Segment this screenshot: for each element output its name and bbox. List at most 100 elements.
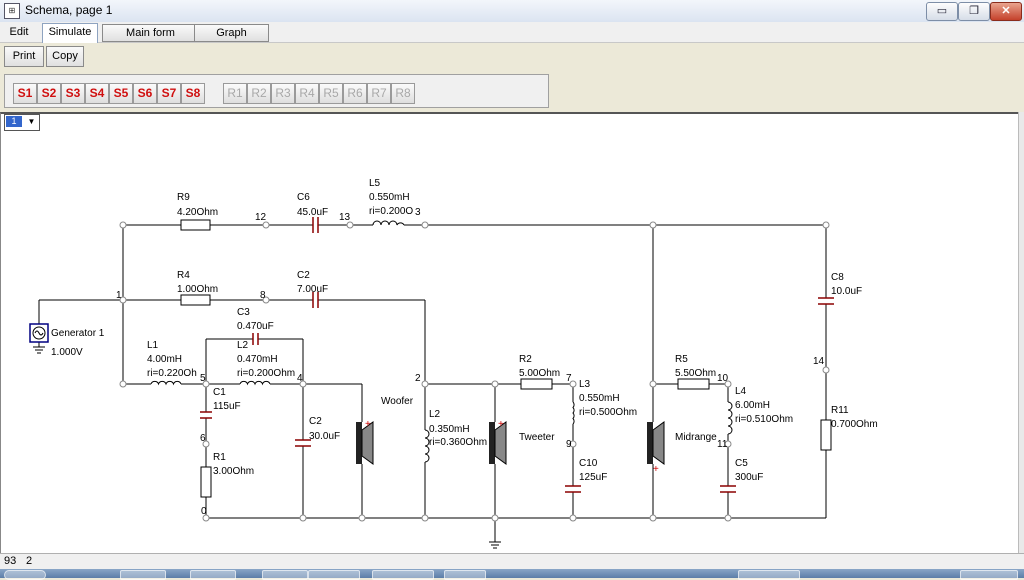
source-button-s8[interactable]: S8: [181, 83, 205, 104]
svg-text:+: +: [365, 419, 371, 430]
copy-button[interactable]: Copy: [46, 46, 84, 67]
l2-top-ri: ri=0.200Ohm: [237, 368, 295, 379]
c10-label: C10: [579, 458, 598, 469]
response-button-r6[interactable]: R6: [343, 83, 367, 104]
r1-label: R1: [213, 452, 226, 463]
taskbar-item[interactable]: [738, 570, 800, 580]
c8-value: 10.0uF: [831, 286, 862, 297]
r11-label: R11: [831, 405, 849, 416]
start-button[interactable]: [4, 570, 46, 580]
response-button-r7[interactable]: R7: [367, 83, 391, 104]
taskbar-item[interactable]: [262, 570, 308, 580]
svg-text:7: 7: [566, 373, 572, 384]
print-button[interactable]: Print: [4, 46, 44, 67]
taskbar-item[interactable]: [308, 570, 360, 580]
response-button-r4[interactable]: R4: [295, 83, 319, 104]
svg-text:6: 6: [200, 433, 206, 444]
r2-label: R2: [519, 354, 532, 365]
source-button-s5[interactable]: S5: [109, 83, 133, 104]
r5-label: R5: [675, 354, 688, 365]
l5-value: 0.550mH: [369, 192, 410, 203]
c5-value: 300uF: [735, 472, 763, 483]
l4-label: L4: [735, 386, 747, 397]
r5-value: 5.50Ohm: [675, 368, 716, 379]
vertical-scrollbar[interactable]: [1018, 112, 1024, 554]
midrange-label: Midrange: [675, 432, 717, 443]
c2-top-label: C2: [297, 270, 310, 281]
capacitors[interactable]: [200, 217, 834, 493]
c10-value: 125uF: [579, 472, 607, 483]
source-response-panel: S1 S2 S3 S4 S5 S6 S7 S8 R1 R2 R3 R4 R5 R…: [4, 74, 549, 108]
status-bar: 93 2: [0, 553, 1024, 569]
schematic-diagram: + + + R9 4.20Ohm C6 45.0uF L5 0.550mH ri…: [29, 178, 878, 549]
svg-text:3: 3: [415, 207, 421, 218]
svg-text:12: 12: [255, 212, 267, 223]
response-button-r5[interactable]: R5: [319, 83, 343, 104]
schematic-canvas[interactable]: + + + R9 4.20Ohm C6 45.0uF L5 0.550mH ri…: [0, 112, 1019, 554]
page-select-value: 1: [6, 116, 22, 127]
svg-text:1: 1: [116, 290, 122, 301]
generator-value: 1.000V: [51, 347, 83, 358]
page-select[interactable]: 1 ▼: [4, 114, 40, 131]
l1-label: L1: [147, 340, 159, 351]
r2-value: 5.00Ohm: [519, 368, 560, 379]
c2-value: 30.0uF: [309, 431, 340, 442]
generator-symbol[interactable]: [29, 323, 49, 343]
c8-label: C8: [831, 272, 844, 283]
status-right: 2: [26, 555, 33, 567]
svg-text:5: 5: [200, 373, 206, 384]
response-button-r8[interactable]: R8: [391, 83, 415, 104]
response-button-r2[interactable]: R2: [247, 83, 271, 104]
c1-label: C1: [213, 387, 226, 398]
svg-text:13: 13: [339, 212, 351, 223]
l1-value: 4.00mH: [147, 354, 182, 365]
r4-label: R4: [177, 270, 190, 281]
c6-value: 45.0uF: [297, 207, 328, 218]
taskbar: [0, 569, 1024, 580]
response-button-r3[interactable]: R3: [271, 83, 295, 104]
svg-text:+: +: [498, 419, 504, 430]
l3-ri: ri=0.500Ohm: [579, 407, 637, 418]
r9-label: R9: [177, 192, 190, 203]
status-left: 93: [4, 555, 17, 567]
l3-value: 0.550mH: [579, 393, 620, 404]
source-button-s2[interactable]: S2: [37, 83, 61, 104]
tweeter-label: Tweeter: [519, 432, 555, 443]
response-button-r1[interactable]: R1: [223, 83, 247, 104]
chevron-down-icon[interactable]: ▼: [25, 116, 38, 127]
graph-button[interactable]: Graph: [194, 24, 269, 42]
component-labels: R9 4.20Ohm C6 45.0uF L5 0.550mH ri=0.200…: [51, 178, 878, 483]
l4-value: 6.00mH: [735, 400, 770, 411]
taskbar-item[interactable]: [444, 570, 486, 580]
l5-label: L5: [369, 178, 381, 189]
window-title: Schema, page 1: [25, 3, 113, 17]
toolbar: Print Copy: [0, 44, 1024, 68]
source-button-s4[interactable]: S4: [85, 83, 109, 104]
source-button-s7[interactable]: S7: [157, 83, 181, 104]
c3-label: C3: [237, 307, 250, 318]
tab-simulate[interactable]: Simulate: [42, 23, 98, 43]
l2-value: 0.350mH: [429, 424, 470, 435]
title-bar: ⊞ Schema, page 1 ▭ ❐ ✕: [0, 0, 1024, 23]
svg-text:4: 4: [297, 373, 303, 384]
source-button-s1[interactable]: S1: [13, 83, 37, 104]
menu-edit[interactable]: Edit: [4, 24, 34, 40]
polarity-markers: + + +: [365, 419, 659, 475]
svg-text:0: 0: [201, 506, 207, 517]
main-form-button[interactable]: Main form: [102, 24, 199, 42]
taskbar-item[interactable]: [372, 570, 434, 580]
restore-button[interactable]: ❐: [958, 2, 990, 21]
close-button[interactable]: ✕: [990, 2, 1022, 21]
midrange-speaker[interactable]: [647, 421, 665, 465]
taskbar-item[interactable]: [190, 570, 236, 580]
c1-value: 115uF: [213, 401, 241, 412]
c2-label: C2: [309, 416, 322, 427]
woofer-label: Woofer: [381, 396, 414, 407]
taskbar-item[interactable]: [120, 570, 166, 580]
source-button-s3[interactable]: S3: [61, 83, 85, 104]
taskbar-item[interactable]: [960, 570, 1018, 580]
source-button-s6[interactable]: S6: [133, 83, 157, 104]
minimize-button[interactable]: ▭: [926, 2, 958, 21]
l1-ri: ri=0.220Oh: [147, 368, 197, 379]
svg-text:8: 8: [260, 290, 266, 301]
